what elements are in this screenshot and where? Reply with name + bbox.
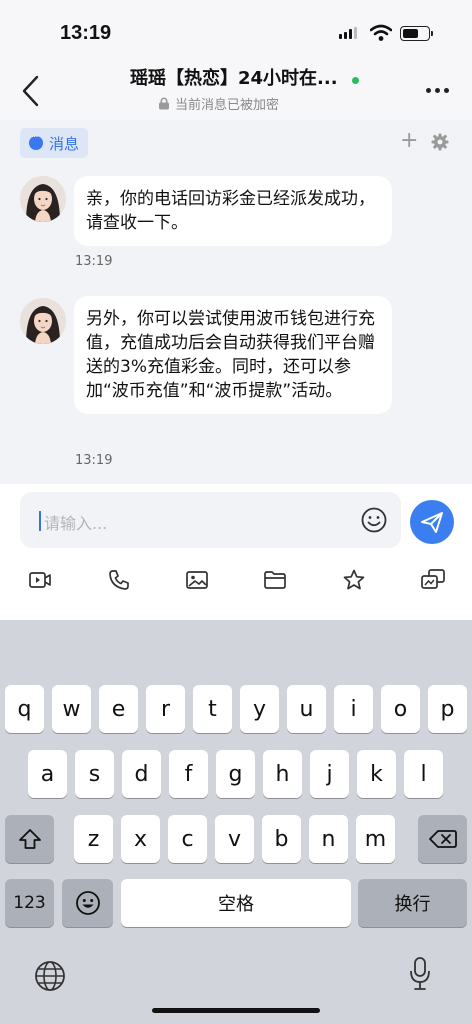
- key-f[interactable]: f: [169, 750, 208, 798]
- key-t[interactable]: t: [193, 685, 232, 733]
- back-arrow-icon[interactable]: [20, 74, 42, 108]
- key-q[interactable]: q: [5, 685, 44, 733]
- key-u[interactable]: u: [287, 685, 326, 733]
- more-dot: [435, 88, 440, 93]
- signal-icon: [339, 27, 357, 39]
- numbers-key[interactable]: 123: [5, 879, 54, 927]
- encryption-notice: 当前消息已被加密: [158, 94, 279, 113]
- input-placeholder: 请输入...: [44, 514, 108, 533]
- text-caret: [39, 511, 41, 531]
- return-key[interactable]: 换行: [358, 879, 467, 927]
- key-h[interactable]: h: [263, 750, 302, 798]
- gear-icon[interactable]: [431, 133, 449, 151]
- home-indicator: [152, 1008, 320, 1013]
- battery-cap: [431, 31, 433, 36]
- tab-row: 消息 +: [0, 120, 472, 168]
- tab-messages[interactable]: 消息: [20, 128, 89, 158]
- message-input[interactable]: 请输入...: [20, 492, 401, 548]
- key-y[interactable]: y: [240, 685, 279, 733]
- key-i[interactable]: i: [334, 685, 373, 733]
- key-j[interactable]: j: [310, 750, 349, 798]
- key-a[interactable]: a: [28, 750, 67, 798]
- shift-key[interactable]: [5, 815, 54, 863]
- send-button[interactable]: [410, 500, 454, 544]
- microphone-icon[interactable]: [408, 956, 432, 992]
- key-m[interactable]: m: [356, 815, 395, 863]
- key-v[interactable]: v: [215, 815, 254, 863]
- message-bubble-icon: [29, 132, 43, 150]
- key-b[interactable]: b: [262, 815, 301, 863]
- message-time: 13:19: [75, 254, 113, 269]
- emoji-icon[interactable]: [360, 506, 388, 534]
- space-key[interactable]: 空格: [121, 879, 351, 927]
- message-bubble[interactable]: 亲，你的电话回访彩金已经派发成功，请查收一下。: [74, 176, 392, 246]
- key-o[interactable]: o: [381, 685, 420, 733]
- emoji-keyboard-icon: [75, 891, 100, 915]
- keyboard: qwertyuiop asdfghjkl zxcvbnm 123 空格 换行: [0, 620, 472, 1024]
- key-x[interactable]: x: [121, 815, 160, 863]
- message-bubble[interactable]: 另外，你可以尝试使用波币钱包进行充值，充值成功后会自动获得我们平台赠送的3%充值…: [74, 296, 392, 414]
- title-wrap[interactable]: 瑶瑶【热恋】24小时在...: [130, 64, 370, 90]
- folder-icon[interactable]: [263, 568, 287, 592]
- key-c[interactable]: c: [168, 815, 207, 863]
- video-icon[interactable]: [28, 568, 52, 592]
- tab-messages-label: 消息: [49, 134, 80, 153]
- key-z[interactable]: z: [74, 815, 113, 863]
- send-icon: [421, 512, 443, 533]
- phone-icon[interactable]: [107, 568, 131, 592]
- key-r[interactable]: r: [146, 685, 185, 733]
- more-options-button[interactable]: [426, 88, 449, 93]
- emoji-key[interactable]: [62, 879, 113, 927]
- key-p[interactable]: p: [428, 685, 467, 733]
- avatar-portrait-icon: [20, 298, 66, 344]
- key-d[interactable]: d: [122, 750, 161, 798]
- shift-icon: [18, 829, 41, 849]
- image-icon[interactable]: [185, 568, 209, 592]
- avatar-portrait-icon: [20, 176, 66, 222]
- key-k[interactable]: k: [357, 750, 396, 798]
- message-time: 13:19: [75, 453, 113, 468]
- online-status-dot: [352, 77, 359, 84]
- backspace-icon: [428, 830, 457, 848]
- status-time: 13:19: [60, 22, 112, 44]
- delete-key[interactable]: [418, 815, 467, 863]
- more-dot: [426, 88, 431, 93]
- add-tab-button[interactable]: +: [400, 130, 418, 152]
- key-e[interactable]: e: [99, 685, 138, 733]
- key-s[interactable]: s: [75, 750, 114, 798]
- encryption-text: 当前消息已被加密: [175, 98, 280, 113]
- key-w[interactable]: w: [52, 685, 91, 733]
- key-l[interactable]: l: [404, 750, 443, 798]
- contact-title: 瑶瑶【热恋】24小时在...: [130, 68, 338, 89]
- key-n[interactable]: n: [309, 815, 348, 863]
- more-dot: [444, 88, 449, 93]
- contact-avatar[interactable]: [20, 298, 66, 344]
- screenshot-icon[interactable]: [420, 568, 446, 592]
- wifi-icon: [370, 24, 392, 41]
- globe-icon[interactable]: [34, 960, 66, 992]
- lock-icon: [159, 97, 169, 110]
- composer-area: 请输入...: [0, 484, 472, 620]
- attachment-toolbar: [0, 568, 472, 600]
- battery-icon: [400, 26, 430, 41]
- contact-avatar[interactable]: [20, 176, 66, 222]
- star-icon[interactable]: [342, 568, 366, 592]
- status-bar: 13:19: [0, 0, 472, 58]
- key-g[interactable]: g: [216, 750, 255, 798]
